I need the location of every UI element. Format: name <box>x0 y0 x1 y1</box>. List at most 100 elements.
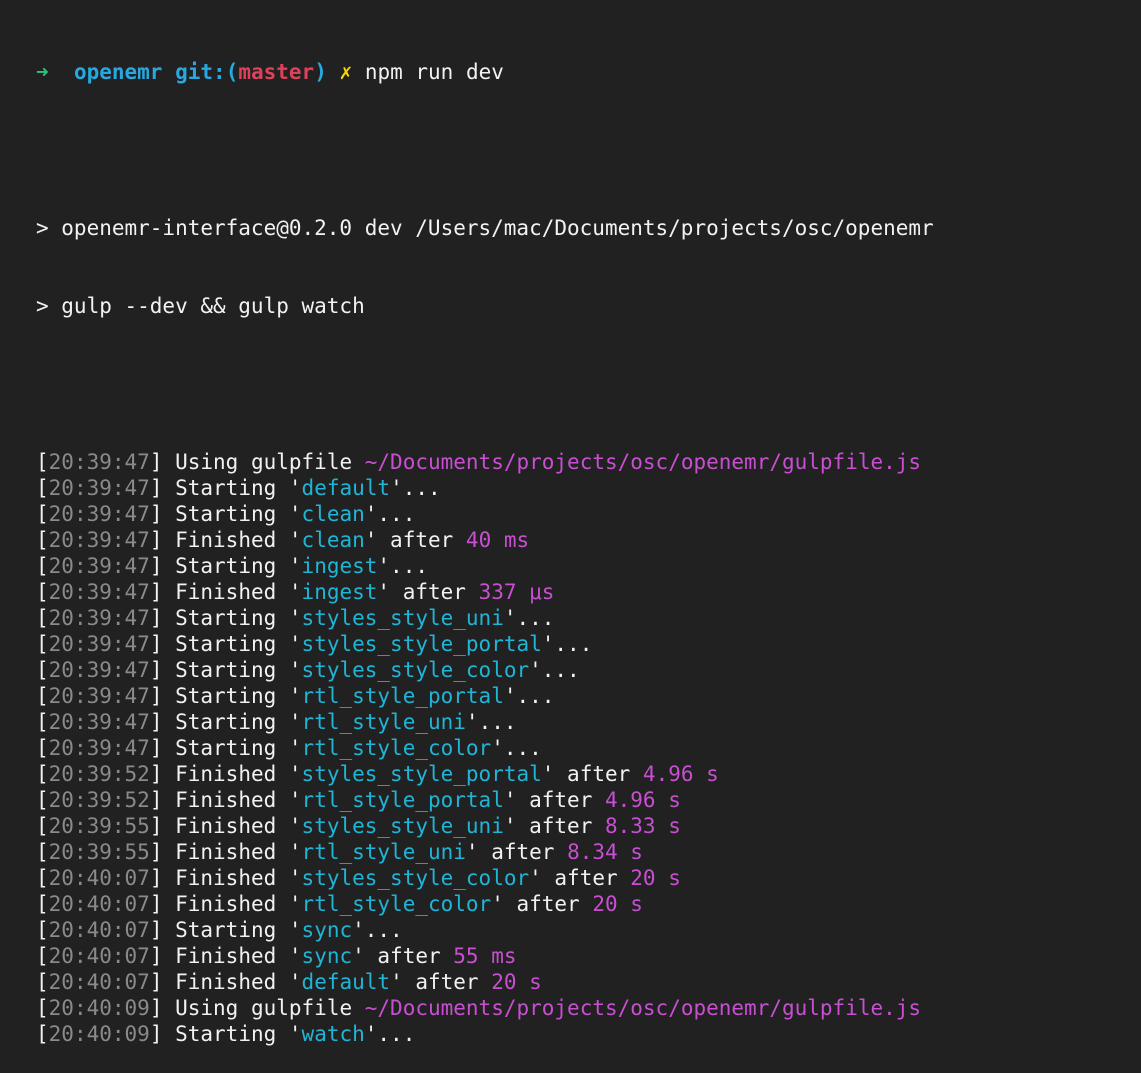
log-timestamp: 20:39:47 <box>48 658 150 682</box>
log-after: ' after <box>503 814 605 838</box>
log-verb: Finished ' <box>175 866 302 890</box>
log-line: [20:39:47] Starting 'styles_style_uni'..… <box>36 605 1141 631</box>
log-ellipsis: '... <box>491 736 542 760</box>
task-name: rtl_style_portal <box>301 684 504 708</box>
log-timestamp: 20:39:47 <box>48 554 150 578</box>
timestamp-close-bracket: ] <box>149 632 176 656</box>
log-after: ' after <box>541 762 643 786</box>
timestamp-open-bracket: [ <box>36 736 49 760</box>
log-ellipsis: '... <box>390 476 441 500</box>
log-ellipsis: '... <box>364 502 416 526</box>
log-timestamp: 20:39:47 <box>48 684 150 708</box>
log-verb: Starting ' <box>175 918 302 942</box>
task-duration: 4.96 s <box>642 762 719 786</box>
timestamp-close-bracket: ] <box>149 710 176 734</box>
log-line: [20:39:47] Starting 'styles_style_color'… <box>36 657 1141 683</box>
log-verb: Finished ' <box>175 528 302 552</box>
log-timestamp: 20:40:07 <box>48 944 150 968</box>
log-timestamp: 20:40:07 <box>48 918 150 942</box>
log-line: [20:40:09] Starting 'watch'... <box>36 1021 1141 1047</box>
log-verb: Finished ' <box>175 944 302 968</box>
task-name: styles_style_color <box>301 866 530 890</box>
log-after: ' after <box>364 528 466 552</box>
timestamp-close-bracket: ] <box>149 762 176 786</box>
log-line: [20:40:07] Finished 'default' after 20 s <box>36 969 1141 995</box>
log-line: [20:39:47] Starting 'clean'... <box>36 501 1141 527</box>
prompt-arrow-icon: ➜ <box>36 60 49 84</box>
task-name: default <box>301 476 391 500</box>
timestamp-close-bracket: ] <box>149 866 176 890</box>
timestamp-close-bracket: ] <box>149 918 176 942</box>
timestamp-close-bracket: ] <box>149 450 176 474</box>
log-verb: Finished ' <box>175 892 302 916</box>
timestamp-close-bracket: ] <box>149 736 176 760</box>
log-verb: Starting ' <box>175 632 302 656</box>
prompt-dirty-icon: ✗ <box>339 60 353 84</box>
timestamp-open-bracket: [ <box>36 476 49 500</box>
log-verb: Starting ' <box>175 554 302 578</box>
prompt-directory: openemr <box>73 60 163 84</box>
log-after: ' after <box>465 840 568 864</box>
log-timestamp: 20:40:07 <box>48 892 150 916</box>
npm-header-line: > gulp --dev && gulp watch <box>36 294 365 318</box>
log-after: ' after <box>529 866 631 890</box>
log-message: Using gulpfile <box>175 450 365 474</box>
log-timestamp: 20:39:52 <box>48 788 150 812</box>
task-name: rtl_style_color <box>301 736 492 760</box>
npm-header-line: > openemr-interface@0.2.0 dev /Users/mac… <box>36 216 934 240</box>
task-duration: 20 s <box>630 866 681 890</box>
task-duration: 4.96 s <box>605 788 681 812</box>
timestamp-close-bracket: ] <box>149 1022 176 1046</box>
log-timestamp: 20:39:47 <box>48 502 150 526</box>
task-duration: 20 s <box>592 892 643 916</box>
timestamp-open-bracket: [ <box>36 632 49 656</box>
timestamp-open-bracket: [ <box>36 684 49 708</box>
timestamp-open-bracket: [ <box>36 606 49 630</box>
timestamp-open-bracket: [ <box>36 450 49 474</box>
log-line: [20:39:47] Starting 'ingest'... <box>36 553 1141 579</box>
timestamp-open-bracket: [ <box>36 970 49 994</box>
task-name: clean <box>301 502 365 526</box>
log-ellipsis: '... <box>503 684 555 708</box>
timestamp-close-bracket: ] <box>149 970 176 994</box>
timestamp-open-bracket: [ <box>36 580 49 604</box>
log-verb: Finished ' <box>175 814 302 838</box>
timestamp-open-bracket: [ <box>36 840 49 864</box>
task-duration: 337 μs <box>478 580 555 604</box>
timestamp-open-bracket: [ <box>36 762 49 786</box>
log-ellipsis: '... <box>352 918 403 942</box>
log-line: [20:39:52] Finished 'styles_style_portal… <box>36 761 1141 787</box>
log-verb: Starting ' <box>175 684 302 708</box>
log-timestamp: 20:39:47 <box>48 580 150 604</box>
task-name: styles_style_uni <box>301 814 504 838</box>
prompt-command: npm run dev <box>364 60 504 84</box>
timestamp-close-bracket: ] <box>149 840 176 864</box>
timestamp-close-bracket: ] <box>149 996 176 1020</box>
log-line: [20:40:07] Starting 'sync'... <box>36 917 1141 943</box>
log-verb: Finished ' <box>175 840 302 864</box>
terminal-window[interactable]: ➜ openemr git:(master) ✗ npm run dev > o… <box>36 7 1141 1046</box>
log-ellipsis: '... <box>503 606 555 630</box>
log-timestamp: 20:39:47 <box>48 476 150 500</box>
timestamp-open-bracket: [ <box>36 528 49 552</box>
timestamp-close-bracket: ] <box>149 606 176 630</box>
prompt-git-close: ) <box>314 60 327 84</box>
task-name: ingest <box>301 554 378 578</box>
log-line: [20:40:07] Finished 'rtl_style_color' af… <box>36 891 1141 917</box>
timestamp-close-bracket: ] <box>149 658 176 682</box>
prompt-git-label: git:( <box>175 60 239 84</box>
task-duration: 55 ms <box>453 944 517 968</box>
log-verb: Starting ' <box>175 736 302 760</box>
timestamp-open-bracket: [ <box>36 658 49 682</box>
prompt-git-branch: master <box>238 60 315 84</box>
log-line: [20:39:47] Starting 'default'... <box>36 475 1141 501</box>
log-message: Using gulpfile <box>175 996 365 1020</box>
timestamp-close-bracket: ] <box>149 528 176 552</box>
timestamp-open-bracket: [ <box>36 1022 49 1046</box>
log-verb: Starting ' <box>175 476 302 500</box>
log-verb: Starting ' <box>175 606 302 630</box>
log-line: [20:39:55] Finished 'rtl_style_uni' afte… <box>36 839 1141 865</box>
log-timestamp: 20:40:09 <box>48 996 150 1020</box>
task-name: styles_style_portal <box>301 632 542 656</box>
